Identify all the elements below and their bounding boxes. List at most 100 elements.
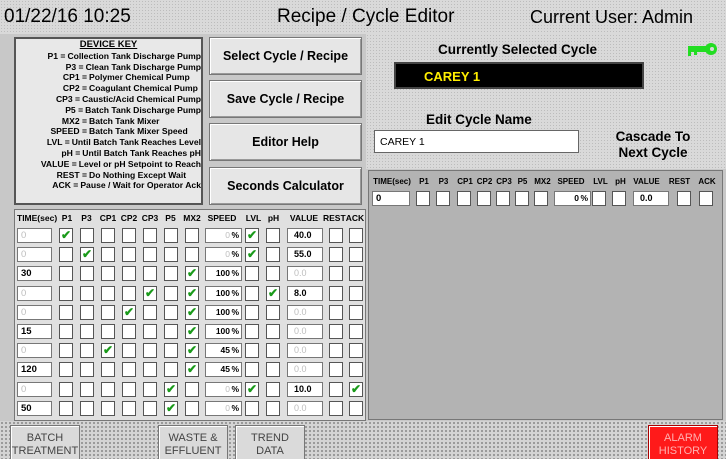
cascade-device-checkbox[interactable] [496,191,510,206]
time-input[interactable]: 120 [17,362,52,378]
mx2-checkbox[interactable]: ✔ [185,266,199,282]
p5-checkbox[interactable] [164,266,178,282]
value-input[interactable]: 0.0 [287,304,323,320]
ph-checkbox[interactable] [266,228,280,243]
p3-checkbox[interactable] [80,285,94,301]
cp2-checkbox[interactable]: ✔ [122,304,136,320]
trend-data-button[interactable]: TREND DATA [235,425,305,459]
cp1-checkbox[interactable]: ✔ [101,343,115,359]
p1-checkbox[interactable] [59,324,73,339]
editor-help-button[interactable]: Editor Help [209,123,362,161]
cp2-checkbox[interactable] [122,381,136,397]
p3-checkbox[interactable] [80,324,94,339]
p1-checkbox[interactable] [59,266,73,282]
p5-checkbox[interactable] [164,228,178,243]
speed-input[interactable]: 45% [205,343,242,359]
time-input[interactable]: 0 [17,304,52,320]
p5-checkbox[interactable] [164,362,178,378]
cascade-device-checkbox[interactable] [416,191,430,206]
lvl-checkbox[interactable]: ✔ [245,247,259,263]
p5-checkbox[interactable] [164,304,178,320]
value-input[interactable]: 0.0 [287,324,323,339]
batch-treatment-button[interactable]: BATCH TREATMENT [10,425,80,459]
cp2-checkbox[interactable] [122,285,136,301]
lvl-checkbox[interactable]: ✔ [245,381,259,397]
ph-checkbox[interactable] [266,247,280,263]
p3-checkbox[interactable] [80,400,94,416]
cp1-checkbox[interactable] [101,362,115,378]
speed-input[interactable]: 0% [205,228,242,243]
cascade-device-checkbox[interactable] [436,191,450,206]
p3-checkbox[interactable] [80,343,94,359]
ack-checkbox[interactable] [349,304,363,320]
p5-checkbox[interactable] [164,343,178,359]
rest-checkbox[interactable] [329,400,343,416]
mx2-checkbox[interactable]: ✔ [185,324,199,339]
seconds-calculator-button[interactable]: Seconds Calculator [209,167,362,205]
lvl-checkbox[interactable] [245,304,259,320]
speed-input[interactable]: 100% [205,285,242,301]
cascade-condition-checkbox[interactable] [612,191,626,206]
rest-checkbox[interactable] [329,247,343,263]
ack-checkbox[interactable]: ✔ [349,381,363,397]
mx2-checkbox[interactable] [185,228,199,243]
p1-checkbox[interactable] [59,247,73,263]
cp3-checkbox[interactable] [143,228,157,243]
p5-checkbox[interactable] [164,247,178,263]
mx2-checkbox[interactable]: ✔ [185,304,199,320]
rest-checkbox[interactable] [329,324,343,339]
value-input[interactable]: 55.0 [287,247,323,263]
value-input[interactable]: 0.0 [287,343,323,359]
lvl-checkbox[interactable] [245,343,259,359]
cp3-checkbox[interactable] [143,343,157,359]
value-input[interactable]: 10.0 [287,381,323,397]
speed-input[interactable]: 45% [205,362,242,378]
time-input[interactable]: 0 [17,247,52,263]
cp1-checkbox[interactable] [101,381,115,397]
mx2-checkbox[interactable] [185,400,199,416]
speed-input[interactable]: 0% [205,247,242,263]
cp2-checkbox[interactable] [122,228,136,243]
value-input[interactable]: 0.0 [287,400,323,416]
p3-checkbox[interactable]: ✔ [80,247,94,263]
rest-checkbox[interactable] [329,362,343,378]
speed-input[interactable]: 0% [205,381,242,397]
cascade-rest-ack-checkbox[interactable] [699,191,713,206]
ph-checkbox[interactable] [266,324,280,339]
cp3-checkbox[interactable]: ✔ [143,285,157,301]
cp2-checkbox[interactable] [122,400,136,416]
value-input[interactable]: 0.0 [287,362,323,378]
cascade-device-checkbox[interactable] [534,191,548,206]
value-input[interactable]: 0.0 [287,266,323,282]
cp1-checkbox[interactable] [101,285,115,301]
cp1-checkbox[interactable] [101,304,115,320]
value-input[interactable]: 40.0 [287,228,323,243]
ack-checkbox[interactable] [349,343,363,359]
speed-input[interactable]: 0% [205,400,242,416]
mx2-checkbox[interactable]: ✔ [185,362,199,378]
time-input[interactable]: 0 [17,285,52,301]
mx2-checkbox[interactable] [185,381,199,397]
rest-checkbox[interactable] [329,228,343,243]
ack-checkbox[interactable] [349,266,363,282]
ack-checkbox[interactable] [349,324,363,339]
time-input[interactable]: 0 [17,381,52,397]
ph-checkbox[interactable]: ✔ [266,285,280,301]
cp3-checkbox[interactable] [143,304,157,320]
p5-checkbox[interactable]: ✔ [164,381,178,397]
cascade-value-input[interactable]: 0.0 [633,191,669,206]
cp2-checkbox[interactable] [122,362,136,378]
cp3-checkbox[interactable] [143,324,157,339]
ack-checkbox[interactable] [349,400,363,416]
cp3-checkbox[interactable] [143,266,157,282]
lvl-checkbox[interactable] [245,362,259,378]
save-cycle-button[interactable]: Save Cycle / Recipe [209,80,362,118]
cp2-checkbox[interactable] [122,324,136,339]
p1-checkbox[interactable] [59,285,73,301]
p5-checkbox[interactable] [164,324,178,339]
cascade-rest-ack-checkbox[interactable] [677,191,691,206]
speed-input[interactable]: 100% [205,266,242,282]
lvl-checkbox[interactable]: ✔ [245,228,259,243]
cascade-device-checkbox[interactable] [477,191,491,206]
p1-checkbox[interactable] [59,400,73,416]
